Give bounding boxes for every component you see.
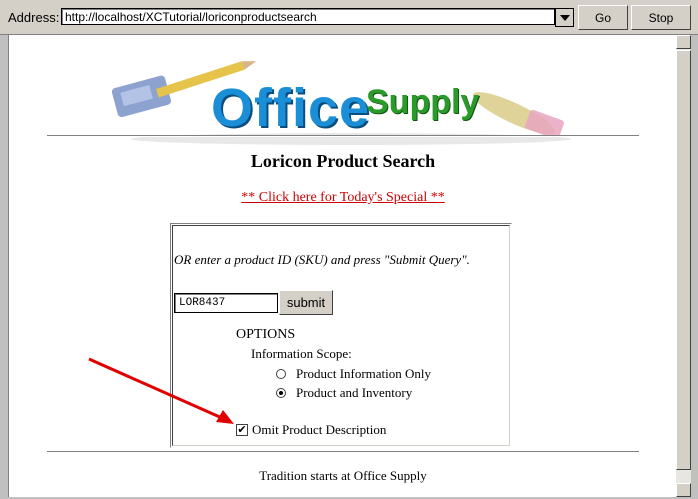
omit-description-option[interactable]: ✔ Omit Product Description <box>236 422 386 438</box>
address-dropdown-button[interactable] <box>555 8 574 27</box>
browser-viewport: Office Supply Loricon Product Search ** … <box>8 35 677 497</box>
footer-text: Tradition starts at Office Supply <box>259 468 427 483</box>
logo-office-text: Office <box>211 78 371 138</box>
todays-special-link-row: ** Click here for Today's Special ** <box>9 190 677 206</box>
sku-prompt-text: OR enter a product ID (SKU) and press "S… <box>174 252 470 267</box>
scroll-thumb[interactable] <box>676 50 691 470</box>
options-heading: OPTIONS <box>236 327 296 342</box>
stop-button[interactable]: Stop <box>631 5 691 30</box>
information-scope-label: Information Scope: <box>251 346 352 361</box>
scroll-down-button[interactable] <box>676 483 691 497</box>
page-title: Loricon Product Search <box>250 151 436 171</box>
checkbox-label: Omit Product Description <box>252 422 387 437</box>
scroll-up-button[interactable] <box>676 35 691 49</box>
radio-product-info-only[interactable]: Product Information Only <box>276 366 431 382</box>
sku-input[interactable]: LOR8437 <box>174 293 278 313</box>
radio-label: Product Information Only <box>296 366 432 381</box>
radio-label: Product and Inventory <box>296 385 413 400</box>
address-toolbar: Address: http://localhost/XCTutorial/lor… <box>0 0 698 35</box>
omit-description-checkbox[interactable]: ✔ <box>236 424 248 436</box>
radio-button[interactable] <box>276 369 286 379</box>
divider <box>47 135 639 137</box>
todays-special-link[interactable]: ** Click here for Today's Special ** <box>241 190 444 205</box>
office-supply-logo: Office Supply <box>101 49 601 149</box>
address-label: Address: <box>8 10 60 25</box>
radio-product-and-inventory[interactable]: Product and Inventory <box>276 385 412 401</box>
submit-button[interactable]: submit <box>279 290 333 315</box>
radio-button-selected[interactable] <box>276 388 286 398</box>
divider <box>47 451 639 453</box>
go-button[interactable]: Go <box>578 5 628 30</box>
address-input[interactable]: http://localhost/XCTutorial/loriconprodu… <box>61 8 555 25</box>
logo-supply-text: Supply <box>366 83 480 121</box>
vertical-scrollbar[interactable] <box>676 35 691 497</box>
chevron-down-icon <box>559 14 570 21</box>
